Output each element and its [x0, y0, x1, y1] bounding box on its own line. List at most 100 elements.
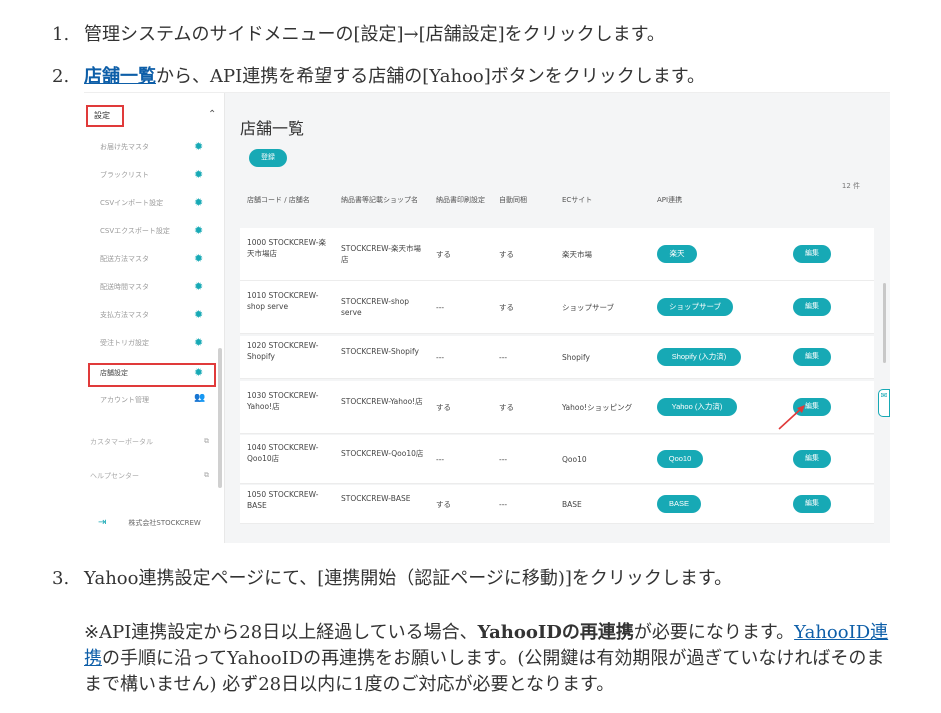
cell-ec-site: Yahoo!ショッピング — [562, 403, 633, 412]
sidebar-item-label: ブラックリスト — [100, 171, 149, 179]
cell-store-code: 1030 STOCKCREW-Yahoo!店 — [247, 391, 319, 411]
gear-icon: ✹ — [194, 140, 204, 153]
external-link-icon: ⧉ — [204, 437, 209, 445]
gear-icon: ✹ — [194, 196, 204, 209]
sidebar-item-label: 配送方法マスタ — [100, 255, 149, 263]
header-store-code: 店舗コード / 店舗名 — [247, 196, 310, 204]
cell-shop-name: STOCKCREW-楽天市場店 — [341, 244, 421, 264]
table-row: 1040 STOCKCREW-Qoo10店 STOCKCREW-Qoo10店 ---… — [240, 435, 874, 484]
header-api: API連携 — [657, 196, 683, 204]
cell-shop-name: STOCKCREW-Qoo10店 — [341, 449, 424, 458]
sidebar-section-customer-portal[interactable]: カスタマーポータル ⧉ — [90, 437, 212, 447]
cell-auto-bundle: する — [499, 403, 514, 412]
highlight-box-settings — [86, 105, 124, 127]
gear-icon: ✹ — [194, 336, 204, 349]
step-1: 1. 管理システムのサイドメニューの[設定]→[店舗設定]をクリックします。 — [52, 22, 665, 48]
table-row: 1020 STOCKCREW-Shopify STOCKCREW-Shopify -… — [240, 336, 874, 379]
sidebar-section-help-center[interactable]: ヘルプセンター ⧉ — [90, 471, 212, 481]
sidebar-item-label: 支払方法マスタ — [100, 311, 149, 319]
cell-shop-name: STOCKCREW-Yahoo!店 — [341, 397, 423, 406]
cell-ec-site: ショップサーブ — [562, 303, 615, 312]
store-list-screenshot: 設定 ⌃ お届け先マスタ ✹ ブラックリスト ✹ CSVインポート設定 ✹ CSVエクスポー… — [84, 92, 890, 543]
sidebar-scrollbar[interactable] — [218, 348, 222, 488]
red-arrow-annotation — [778, 405, 805, 430]
cell-print-setting: する — [436, 250, 451, 259]
api-connect-button[interactable]: Shopify (入力済) — [657, 348, 741, 366]
sidebar-item[interactable]: 配送方法マスタ ✹ — [90, 249, 212, 271]
sidebar-item-label: CSVインポート設定 — [100, 199, 164, 207]
cell-ec-site: BASE — [562, 500, 582, 509]
sidebar-item[interactable]: アカウント管理 👥 — [90, 390, 212, 412]
cell-print-setting: --- — [436, 303, 445, 312]
sidebar-item[interactable]: 受注トリガ設定 ✹ — [90, 333, 212, 355]
api-connect-button[interactable]: 楽天 — [657, 245, 697, 263]
api-connect-button[interactable]: Qoo10 — [657, 450, 703, 468]
edit-button[interactable]: 編集 — [793, 348, 831, 366]
api-connect-button[interactable]: BASE — [657, 495, 701, 513]
sidebar-item-label: お届け先マスタ — [100, 143, 149, 151]
cell-auto-bundle: する — [499, 250, 514, 259]
company-name: 株式会社STOCKCREW — [128, 519, 201, 527]
cell-print-setting: --- — [436, 455, 445, 464]
register-button[interactable]: 登録 — [249, 149, 287, 167]
cell-store-code: 1020 STOCKCREW-Shopify — [247, 341, 319, 361]
step-2: 2. 店舗一覧から、API連携を希望する店舗の[Yahoo]ボタンをクリックします… — [52, 64, 705, 90]
header-auto-bundle: 自動同梱 — [499, 196, 527, 204]
gear-icon: ✹ — [194, 280, 204, 293]
api-connect-button[interactable]: Yahoo (入力済) — [657, 398, 737, 416]
table-row: 1000 STOCKCREW-楽天市場店 STOCKCREW-楽天市場店 する する 楽… — [240, 228, 874, 281]
logout-icon[interactable]: ⇥ — [98, 517, 106, 528]
chat-widget-icon[interactable]: ✉ — [878, 389, 890, 417]
sidebar-item[interactable]: お届け先マスタ ✹ — [90, 137, 212, 159]
cell-auto-bundle: --- — [499, 500, 508, 509]
cell-auto-bundle: --- — [499, 353, 508, 362]
step-number: 1. — [52, 24, 70, 45]
main-scrollbar[interactable] — [883, 283, 886, 363]
api-connect-button[interactable]: ショップサーブ — [657, 298, 733, 316]
section-label: ヘルプセンター — [90, 472, 139, 480]
header-print-setting: 納品書印刷設定 — [436, 196, 485, 204]
step-3: 3. Yahoo連携設定ページにて、[連携開始（認証ページに移動)]をクリックしま… — [52, 566, 732, 592]
cell-ec-site: Qoo10 — [562, 455, 587, 464]
edit-button[interactable]: 編集 — [793, 450, 831, 468]
sidebar-item[interactable]: CSVエクスポート設定 ✹ — [90, 221, 212, 243]
highlight-box-store-settings — [88, 363, 216, 387]
cell-shop-name: STOCKCREW-shop serve — [341, 297, 410, 317]
note-prefix: ※API連携設定から28日以上経過している場合、 — [84, 622, 478, 643]
cell-store-code: 1040 STOCKCREW-Qoo10店 — [247, 443, 319, 463]
record-count: 12 件 — [841, 182, 860, 190]
step-text: から、API連携を希望する店舗の[Yahoo]ボタンをクリックします。 — [156, 66, 705, 87]
cell-store-code: 1050 STOCKCREW-BASE — [247, 490, 319, 510]
header-shop-name: 納品書等記載ショップ名 — [341, 196, 418, 204]
header-ec-site: ECサイト — [562, 196, 593, 204]
cell-ec-site: Shopify — [562, 353, 590, 362]
sidebar-item-label: CSVエクスポート設定 — [100, 227, 170, 235]
edit-button[interactable]: 編集 — [793, 495, 831, 513]
cell-shop-name: STOCKCREW-BASE — [341, 494, 411, 503]
note-mid: が必要になります。 — [633, 622, 795, 643]
sidebar-item[interactable]: 配送時間マスタ ✹ — [90, 277, 212, 299]
step-text: 管理システムのサイドメニューの[設定]→[店舗設定]をクリックします。 — [84, 24, 665, 45]
gear-icon: ✹ — [194, 168, 204, 181]
gear-icon: ✹ — [194, 308, 204, 321]
note-bold: YahooIDの再連携 — [477, 622, 634, 643]
external-link-icon: ⧉ — [204, 471, 209, 479]
table-row: 1010 STOCKCREW-shop serve STOCKCREW-shop … — [240, 281, 874, 334]
store-list-link[interactable]: 店舗一覧 — [84, 66, 156, 87]
reconnect-note: ※API連携設定から28日以上経過している場合、YahooIDの再連携が必要にな… — [84, 620, 894, 698]
cell-auto-bundle: する — [499, 303, 514, 312]
chevron-up-icon: ⌃ — [208, 109, 217, 120]
sidebar-item-label: アカウント管理 — [100, 396, 149, 404]
table-row: 1050 STOCKCREW-BASE STOCKCREW-BASE する --- BA… — [240, 485, 874, 524]
sidebar-item[interactable]: 支払方法マスタ ✹ — [90, 305, 212, 327]
page-title: 店舗一覧 — [240, 119, 305, 138]
cell-store-code: 1010 STOCKCREW-shop serve — [247, 291, 319, 311]
sidebar-item[interactable]: ブラックリスト ✹ — [90, 165, 212, 187]
sidebar-footer: ⇥ 株式会社STOCKCREW — [98, 517, 201, 528]
edit-button[interactable]: 編集 — [793, 245, 831, 263]
sidebar-item[interactable]: CSVインポート設定 ✹ — [90, 193, 212, 215]
sidebar-item-label: 受注トリガ設定 — [100, 339, 149, 347]
cell-print-setting: --- — [436, 353, 445, 362]
step-number: 2. — [52, 66, 70, 87]
edit-button[interactable]: 編集 — [793, 298, 831, 316]
